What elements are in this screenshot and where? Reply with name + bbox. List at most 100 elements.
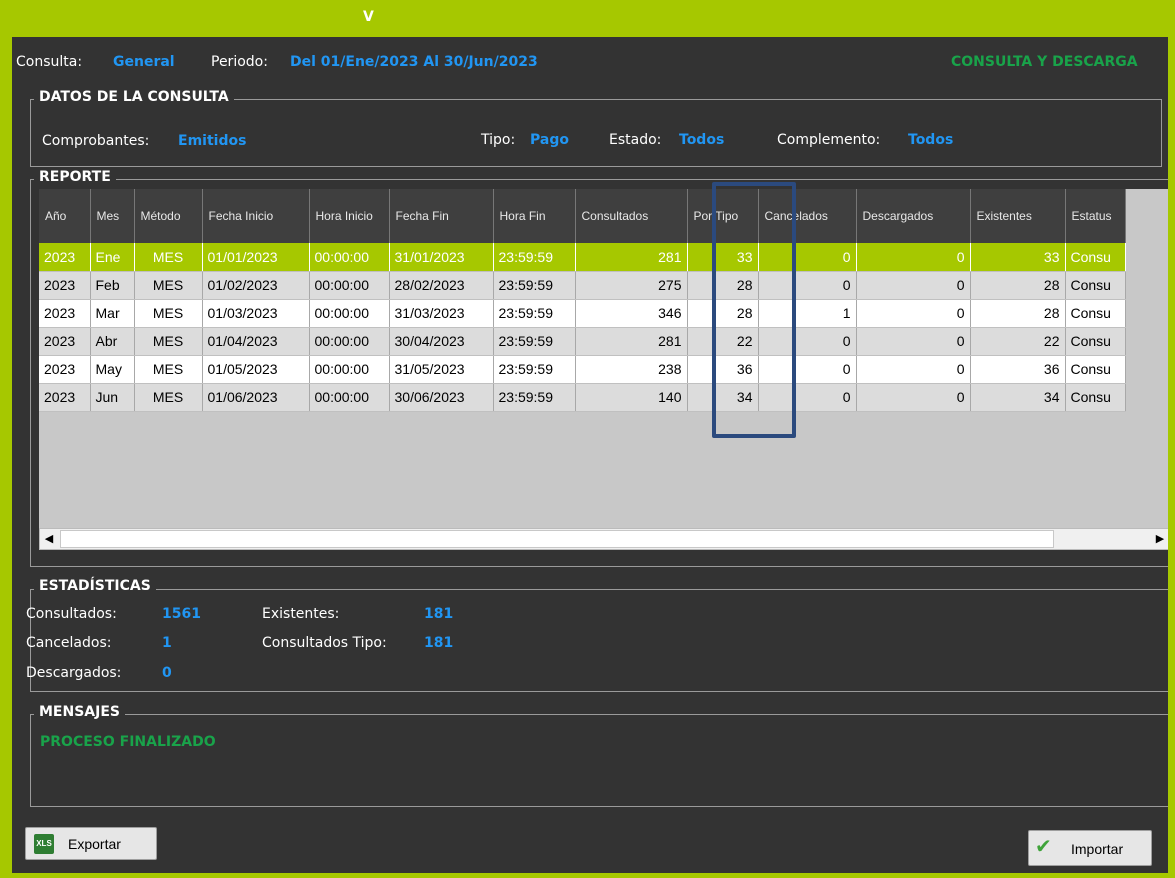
table-cell: 2023 bbox=[39, 383, 91, 412]
existentes-label: Existentes: bbox=[262, 606, 340, 622]
table-cell: 00:00:00 bbox=[309, 243, 390, 272]
table-cell: Consu bbox=[1065, 271, 1126, 300]
consultados-tipo-label: Consultados Tipo: bbox=[262, 635, 387, 651]
table-cell: 0 bbox=[856, 243, 971, 272]
reporte-legend: REPORTE bbox=[34, 169, 116, 185]
title-bar: V bbox=[0, 0, 1175, 37]
table-cell: 281 bbox=[575, 243, 688, 272]
table-cell: 2023 bbox=[39, 299, 91, 328]
xls-icon: XLS bbox=[34, 834, 54, 854]
table-cell: 28 bbox=[970, 299, 1066, 328]
table-cell: MES bbox=[134, 327, 203, 356]
table-cell: MES bbox=[134, 271, 203, 300]
arrow-right-icon[interactable]: ▶ bbox=[1151, 529, 1168, 549]
table-cell: 23:59:59 bbox=[493, 271, 576, 300]
complemento-label: Complemento: bbox=[777, 132, 881, 148]
table-cell: 2023 bbox=[39, 243, 91, 272]
table-cell: 33 bbox=[970, 243, 1066, 272]
mensajes-group bbox=[30, 714, 1168, 807]
cancelados-value: 1 bbox=[162, 635, 172, 651]
table-cell: 23:59:59 bbox=[493, 383, 576, 412]
status-message: PROCESO FINALIZADO bbox=[40, 734, 216, 750]
table-cell: 31/05/2023 bbox=[389, 355, 494, 384]
table-cell: 30/06/2023 bbox=[389, 383, 494, 412]
table-cell: 00:00:00 bbox=[309, 299, 390, 328]
column-header[interactable]: Estatus bbox=[1065, 189, 1126, 243]
column-header[interactable]: Existentes bbox=[970, 189, 1066, 243]
table-cell: Mar bbox=[90, 299, 135, 328]
table-cell: 31/01/2023 bbox=[389, 243, 494, 272]
horizontal-scrollbar[interactable]: ◀ ▶ bbox=[39, 528, 1168, 550]
table-cell: 01/01/2023 bbox=[202, 243, 310, 272]
table-row[interactable]: 2023 Ene MES 01/01/2023 00:00:00 31/01/2023 23… bbox=[39, 243, 1126, 272]
table-row[interactable]: 2023 Abr MES 01/04/2023 00:00:00 30/04/2023 23… bbox=[39, 327, 1126, 356]
table-row[interactable]: 2023 Feb MES 01/02/2023 00:00:00 28/02/2023 23… bbox=[39, 271, 1126, 300]
report-table: Año Mes Método Fecha Inicio Hora Inicio Fecha… bbox=[39, 189, 1126, 412]
tipo-label: Tipo: bbox=[481, 132, 516, 148]
consulta-label: Consulta: bbox=[16, 54, 83, 70]
consultados-value: 1561 bbox=[162, 606, 201, 622]
column-header[interactable]: Fecha Fin bbox=[389, 189, 494, 243]
table-cell: 275 bbox=[575, 271, 688, 300]
column-header[interactable]: Fecha Inicio bbox=[202, 189, 310, 243]
exportar-button[interactable]: XLS Exportar bbox=[25, 827, 157, 860]
table-cell: MES bbox=[134, 383, 203, 412]
table-cell: 0 bbox=[856, 327, 971, 356]
comprobantes-label: Comprobantes: bbox=[42, 133, 150, 149]
table-cell: 0 bbox=[856, 383, 971, 412]
table-cell: MES bbox=[134, 299, 203, 328]
complemento-value: Todos bbox=[908, 132, 954, 148]
table-cell: 00:00:00 bbox=[309, 383, 390, 412]
estado-value: Todos bbox=[679, 132, 725, 148]
estadisticas-legend: ESTADÍSTICAS bbox=[34, 578, 156, 594]
column-header[interactable]: Hora Fin bbox=[493, 189, 576, 243]
window-title: V bbox=[363, 9, 374, 25]
descargados-label: Descargados: bbox=[26, 665, 122, 681]
table-row[interactable]: 2023 Mar MES 01/03/2023 00:00:00 31/03/2023 23… bbox=[39, 299, 1126, 328]
table-cell: 2023 bbox=[39, 327, 91, 356]
table-cell: 01/05/2023 bbox=[202, 355, 310, 384]
datos-consulta-legend: DATOS DE LA CONSULTA bbox=[34, 89, 234, 105]
table-cell: Consu bbox=[1065, 383, 1126, 412]
table-cell: 00:00:00 bbox=[309, 327, 390, 356]
column-header[interactable]: Hora Inicio bbox=[309, 189, 390, 243]
column-header[interactable]: Mes bbox=[90, 189, 135, 243]
table-cell: 01/06/2023 bbox=[202, 383, 310, 412]
scrollbar-thumb[interactable] bbox=[60, 530, 1054, 548]
column-header[interactable]: Descargados bbox=[856, 189, 971, 243]
table-cell: 01/03/2023 bbox=[202, 299, 310, 328]
periodo-value: Del 01/Ene/2023 Al 30/Jun/2023 bbox=[290, 54, 538, 70]
importar-button[interactable]: ✔ Importar bbox=[1028, 830, 1152, 866]
main-window: Consulta: General Periodo: Del 01/Ene/20… bbox=[12, 37, 1168, 873]
table-cell: 00:00:00 bbox=[309, 355, 390, 384]
checkmark-icon: ✔ bbox=[1035, 836, 1052, 858]
por-tipo-highlight-box bbox=[712, 182, 796, 438]
table-header-row: Año Mes Método Fecha Inicio Hora Inicio Fecha… bbox=[39, 189, 1126, 243]
table-cell: 23:59:59 bbox=[493, 355, 576, 384]
table-cell: 22 bbox=[970, 327, 1066, 356]
table-cell: MES bbox=[134, 243, 203, 272]
table-cell: May bbox=[90, 355, 135, 384]
table-cell: Consu bbox=[1065, 243, 1126, 272]
table-cell: 23:59:59 bbox=[493, 243, 576, 272]
column-header[interactable]: Año bbox=[39, 189, 91, 243]
table-cell: 23:59:59 bbox=[493, 299, 576, 328]
existentes-value: 181 bbox=[424, 606, 454, 622]
table-row[interactable]: 2023 Jun MES 01/06/2023 00:00:00 30/06/2023 23… bbox=[39, 383, 1126, 412]
table-row[interactable]: 2023 May MES 01/05/2023 00:00:00 31/05/2023 23… bbox=[39, 355, 1126, 384]
report-table-container: Año Mes Método Fecha Inicio Hora Inicio Fecha… bbox=[39, 189, 1168, 528]
arrow-left-icon[interactable]: ◀ bbox=[40, 529, 58, 549]
table-cell: 30/04/2023 bbox=[389, 327, 494, 356]
table-cell: 281 bbox=[575, 327, 688, 356]
exportar-label: Exportar bbox=[68, 836, 121, 852]
column-header[interactable]: Método bbox=[134, 189, 203, 243]
periodo-label: Periodo: bbox=[211, 54, 268, 70]
table-cell: 0 bbox=[856, 271, 971, 300]
consultados-label: Consultados: bbox=[26, 606, 117, 622]
table-cell: 140 bbox=[575, 383, 688, 412]
column-header[interactable]: Consultados bbox=[575, 189, 688, 243]
table-cell: 0 bbox=[856, 299, 971, 328]
table-cell: 0 bbox=[856, 355, 971, 384]
table-cell: Jun bbox=[90, 383, 135, 412]
comprobantes-value: Emitidos bbox=[178, 133, 247, 149]
